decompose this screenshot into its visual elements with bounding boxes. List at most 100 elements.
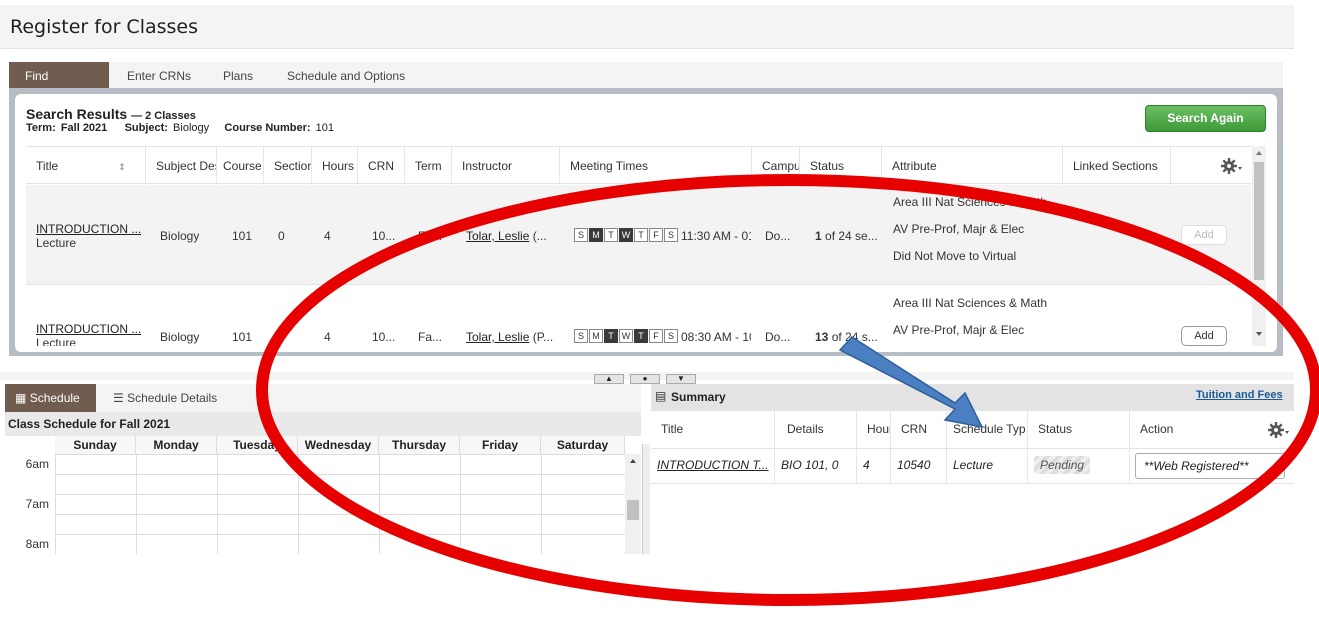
grid-line (55, 454, 625, 455)
subject-label: Subject: (124, 122, 168, 134)
instructor-cell: Tolar, Leslie (... (466, 229, 547, 243)
sum-col-title[interactable]: Title (651, 411, 775, 448)
day-box: T (604, 329, 618, 343)
col-hours[interactable]: Hours (312, 147, 358, 185)
course-title[interactable]: INTRODUCTION ... (36, 222, 141, 236)
grid-line (55, 454, 56, 554)
day-header: Thursday (379, 436, 460, 454)
sum-col-hours[interactable]: Hour (857, 411, 891, 448)
tab-enter-crns[interactable]: Enter CRNs (111, 62, 207, 88)
col-section[interactable]: Section (264, 147, 312, 185)
col-course[interactable]: Course (217, 147, 264, 185)
scroll-up-icon[interactable] (1252, 148, 1266, 158)
hour-label: 6am (25, 457, 49, 471)
hour-label: 7am (25, 497, 49, 511)
collapse-up-icon[interactable]: ▲ (594, 374, 624, 384)
hour-label: 8am (25, 537, 49, 551)
col-instructor[interactable]: Instructor (452, 147, 560, 185)
add-button[interactable]: Add (1181, 225, 1227, 245)
summary-course-title[interactable]: INTRODUCTION T... (651, 448, 775, 483)
scroll-down-icon[interactable] (1252, 329, 1266, 339)
summary-schedule-type: Lecture (947, 448, 1028, 483)
section-cell: 0 (278, 229, 285, 243)
status-cell: 13 of 24 s... (815, 330, 878, 344)
tab-schedule[interactable]: ▦ Schedule (5, 384, 96, 412)
instructor-link[interactable]: Tolar, Leslie (466, 330, 529, 344)
seats-count: 13 (815, 330, 829, 344)
instructor-link[interactable]: Tolar, Leslie (466, 229, 529, 243)
summary-crn: 10540 (891, 448, 947, 483)
status-cell: 1 of 24 se... (815, 229, 878, 243)
meeting-time: 11:30 AM - 01: (681, 229, 751, 243)
day-box: S (574, 228, 588, 242)
gear-icon[interactable] (1268, 422, 1290, 438)
col-title-label: Title (36, 159, 59, 173)
action-dropdown[interactable]: **Web Registered** (1135, 453, 1285, 479)
search-results-title: Search Results — 2 Classes (26, 106, 196, 122)
col-status[interactable]: Status (800, 147, 882, 185)
grid-line (55, 494, 625, 495)
section-cell: 0 (278, 330, 285, 344)
hours-cell: 4 (324, 330, 331, 344)
add-button[interactable]: Add (1181, 326, 1227, 346)
course-title[interactable]: INTRODUCTION ... (36, 322, 141, 336)
summary-hours: 4 (857, 448, 891, 483)
col-attribute[interactable]: Attribute (882, 147, 1063, 185)
scroll-thumb[interactable] (1254, 162, 1264, 280)
tab-find-classes[interactable]: Find Classes (9, 62, 109, 111)
restore-icon[interactable]: ● (630, 374, 660, 384)
col-campus[interactable]: Campu (752, 147, 800, 185)
results-scrollbar[interactable] (1252, 146, 1266, 346)
sum-col-status[interactable]: Status (1028, 411, 1130, 448)
scroll-up-icon[interactable] (625, 456, 641, 466)
grid-line (460, 454, 461, 554)
tab-schedule-options[interactable]: Schedule and Options (271, 62, 421, 88)
search-results-heading: Search Results (26, 106, 128, 122)
meeting-days: S M T W T F S (574, 329, 679, 343)
main-tabs: Find Classes Enter CRNs Plans Schedule a… (9, 62, 1283, 111)
day-box: T (634, 228, 648, 242)
course-title-link[interactable]: INTRODUCTION ... (36, 222, 141, 236)
tab-schedule-details[interactable]: ☰ Schedule Details (103, 384, 227, 412)
grid-settings[interactable] (1171, 147, 1251, 185)
course-value: 101 (315, 122, 335, 134)
list-icon: ☰ (113, 391, 124, 405)
term-value: Fall 2021 (60, 122, 108, 134)
campus-cell: Do... (765, 229, 791, 243)
col-linked-sections[interactable]: Linked Sections (1063, 147, 1171, 185)
course-label: Course Number: (224, 122, 311, 134)
summary-details: BIO 101, 0 (775, 448, 857, 483)
pane-resize-handle[interactable] (642, 444, 650, 554)
sum-col-schedule-type[interactable]: Schedule Typ (947, 411, 1028, 448)
scroll-thumb[interactable] (627, 500, 639, 520)
summary-title-link[interactable]: INTRODUCTION T... (657, 458, 769, 472)
col-meeting-times[interactable]: Meeting Times (560, 147, 752, 185)
tab-plans[interactable]: Plans (207, 62, 269, 88)
summary-row-divider (651, 483, 1294, 484)
collapse-down-icon[interactable]: ▼ (666, 374, 696, 384)
meeting-time: 08:30 AM - 10: (681, 330, 751, 344)
grid-line (55, 534, 625, 535)
tuition-fees-link[interactable]: Tuition and Fees (1196, 389, 1283, 401)
day-box: T (634, 329, 648, 343)
schedule-scrollbar[interactable] (625, 454, 641, 554)
col-title[interactable]: Title ⇕ (26, 147, 146, 185)
search-again-button[interactable]: Search Again (1145, 105, 1266, 132)
search-results-count: — 2 Classes (131, 110, 196, 122)
attribute-item: AV Pre-Prof, Majr & Elec (893, 222, 1025, 236)
meeting-days: S M T W T F S (574, 228, 679, 242)
seats-text: of 24 s... (828, 330, 878, 344)
sum-col-details[interactable]: Details (775, 411, 857, 448)
course-title-link[interactable]: INTRODUCTION ... (36, 322, 141, 336)
course-cell: 101 (232, 330, 253, 344)
col-term[interactable]: Term (405, 147, 452, 185)
day-header: Monday (136, 436, 217, 454)
day-box: W (619, 228, 633, 242)
col-crn[interactable]: CRN (358, 147, 405, 185)
grid-line (217, 454, 218, 554)
attribute-item: AV Pre-Prof, Majr & Elec (893, 323, 1025, 337)
sum-col-crn[interactable]: CRN (891, 411, 947, 448)
table-row: INTRODUCTION ... Lecture Biology 101 0 4… (26, 286, 1251, 352)
crn-cell: 10... (372, 330, 396, 344)
col-subject[interactable]: Subject Des (146, 147, 217, 185)
